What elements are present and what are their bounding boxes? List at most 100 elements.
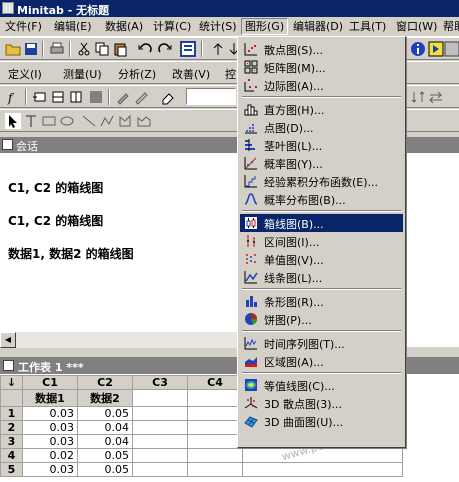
menu-file[interactable]: 文件(F)	[2, 19, 45, 34]
insert-columns-icon[interactable]	[68, 89, 84, 105]
improve-menu[interactable]: 改善(V)	[172, 66, 210, 82]
menu-item-individual-value-plot[interactable]: 单值图(V)...	[240, 250, 403, 268]
formula-icon[interactable]: f	[5, 89, 21, 105]
data-direction-arrow[interactable]: ↓	[0, 375, 23, 390]
data-cell[interactable]	[187, 462, 243, 477]
polyline-tool-icon[interactable]	[99, 113, 115, 129]
select-arrow-icon[interactable]	[5, 113, 21, 129]
row-header[interactable]: 3	[0, 434, 23, 449]
scroll-left-arrow-icon[interactable]: ◀	[0, 332, 16, 348]
region-tool-icon[interactable]	[136, 113, 152, 129]
data-cell[interactable]	[132, 420, 188, 435]
menu-tools[interactable]: 工具(T)	[346, 19, 389, 34]
menu-item-stem-and-leaf[interactable]: 茎叶图(L)...	[240, 136, 403, 154]
menu-item-empirical-cdf[interactable]: 经验累积分布函数(E)...	[240, 172, 403, 190]
print-icon[interactable]	[49, 41, 65, 57]
row-header[interactable]: 2	[0, 420, 23, 435]
data-cell[interactable]: 0.04	[77, 434, 133, 449]
line-tool-icon[interactable]	[81, 113, 97, 129]
data-cell[interactable]: 0.03	[22, 420, 78, 435]
column-name-cell[interactable]: 数据1	[22, 389, 78, 407]
menu-item-bar-chart[interactable]: 条形图(R)...	[240, 292, 403, 310]
data-cell[interactable]	[187, 420, 243, 435]
menu-editor[interactable]: 编辑器(D)	[290, 19, 346, 34]
menu-data[interactable]: 数据(A)	[102, 19, 146, 34]
copy-icon[interactable]	[94, 41, 110, 57]
menu-help[interactable]: 帮助	[440, 19, 459, 34]
toolbar-more-icon[interactable]	[444, 41, 459, 57]
measure-menu[interactable]: 测量(U)	[63, 66, 102, 82]
data-cell[interactable]: 0.05	[77, 448, 133, 463]
swap-icon[interactable]	[428, 89, 444, 105]
info-icon[interactable]	[410, 41, 426, 57]
menu-calc[interactable]: 计算(C)	[150, 19, 194, 34]
insert-rows-icon[interactable]	[50, 89, 66, 105]
ellipse-tool-icon[interactable]	[59, 113, 75, 129]
data-cell[interactable]: 0.03	[22, 462, 78, 477]
menu-item-marginal-plot[interactable]: 边际图(A)...	[240, 76, 403, 94]
menu-item-pie-chart[interactable]: 饼图(P)...	[240, 310, 403, 328]
menu-stat[interactable]: 统计(S)	[196, 19, 240, 34]
menu-item-histogram[interactable]: 直方图(H)...	[240, 100, 403, 118]
save-icon[interactable]	[23, 41, 39, 57]
text-tool-icon[interactable]	[23, 113, 39, 129]
menu-item-probability-plot[interactable]: 概率图(Y)...	[240, 154, 403, 172]
brush-icon[interactable]	[115, 89, 131, 105]
data-cell[interactable]	[132, 448, 188, 463]
polygon-tool-icon[interactable]	[117, 113, 133, 129]
toolbar-combo-box[interactable]	[186, 88, 236, 105]
column-header[interactable]: C3	[132, 375, 188, 390]
menu-item-3d-scatterplot[interactable]: 3D 散点图(3)...	[240, 394, 403, 412]
menu-window[interactable]: 窗口(W)	[393, 19, 440, 34]
move-columns-icon[interactable]	[88, 89, 104, 105]
column-header[interactable]: C1	[22, 375, 78, 390]
menu-graph[interactable]: 图形(G)	[241, 18, 289, 35]
arrow-up-icon[interactable]	[210, 41, 226, 57]
open-folder-icon[interactable]	[5, 41, 21, 57]
menu-item-boxplot[interactable]: 箱线图(B)...	[240, 214, 403, 232]
menu-item-interval-plot[interactable]: 区间图(I)...	[240, 232, 403, 250]
paste-icon[interactable]	[112, 41, 128, 57]
edit-last-dialog-icon[interactable]	[180, 41, 196, 57]
data-cell[interactable]	[132, 434, 188, 449]
data-cell[interactable]	[187, 434, 243, 449]
data-cell[interactable]: 0.03	[22, 434, 78, 449]
data-cell[interactable]	[132, 462, 188, 477]
data-cell[interactable]	[242, 462, 403, 477]
column-name-cell[interactable]: 数据2	[77, 389, 133, 407]
undo-icon[interactable]	[138, 41, 154, 57]
project-manager-icon[interactable]	[428, 41, 444, 57]
menu-item-area-graph[interactable]: 区域图(A)...	[240, 352, 403, 370]
data-cell[interactable]: 0.02	[22, 448, 78, 463]
analyze-menu[interactable]: 分析(Z)	[118, 66, 156, 82]
column-name-cell[interactable]	[187, 389, 243, 407]
menu-item-line-plot[interactable]: 线条图(L)...	[240, 268, 403, 286]
data-cell[interactable]	[187, 448, 243, 463]
row-header[interactable]: 1	[0, 406, 23, 421]
data-cell[interactable]	[132, 406, 188, 421]
row-header[interactable]: 4	[0, 448, 23, 463]
menu-item-contour-plot[interactable]: 等值线图(C)...	[240, 376, 403, 394]
cut-icon[interactable]	[76, 41, 92, 57]
data-cell[interactable]: 0.05	[77, 406, 133, 421]
data-cell[interactable]: 0.05	[77, 462, 133, 477]
menu-item-matrix-plot[interactable]: 矩阵图(M)...	[240, 58, 403, 76]
column-header[interactable]: C4	[187, 375, 243, 390]
menu-item-dotplot[interactable]: 点图(D)...	[240, 118, 403, 136]
control-menu[interactable]: 控	[225, 66, 236, 82]
menu-item-3d-surface-plot[interactable]: 3D 曲面图(U)...	[240, 412, 403, 430]
data-cell[interactable]	[187, 406, 243, 421]
session-horizontal-scrollbar[interactable]: ◀	[0, 331, 240, 348]
data-cell[interactable]: 0.03	[22, 406, 78, 421]
row-header[interactable]: 5	[0, 462, 23, 477]
sort-icon[interactable]	[410, 89, 426, 105]
define-menu[interactable]: 定义(I)	[8, 66, 42, 82]
menu-item-scatterplot[interactable]: 散点图(S)...	[240, 40, 403, 58]
eraser-icon[interactable]	[160, 89, 176, 105]
data-cell[interactable]	[242, 448, 403, 463]
pencil-icon[interactable]	[133, 89, 149, 105]
menu-item-time-series-plot[interactable]: 时间序列图(T)...	[240, 334, 403, 352]
insert-cells-icon[interactable]	[32, 89, 48, 105]
menu-edit[interactable]: 编辑(E)	[51, 19, 95, 34]
redo-icon[interactable]	[156, 41, 172, 57]
